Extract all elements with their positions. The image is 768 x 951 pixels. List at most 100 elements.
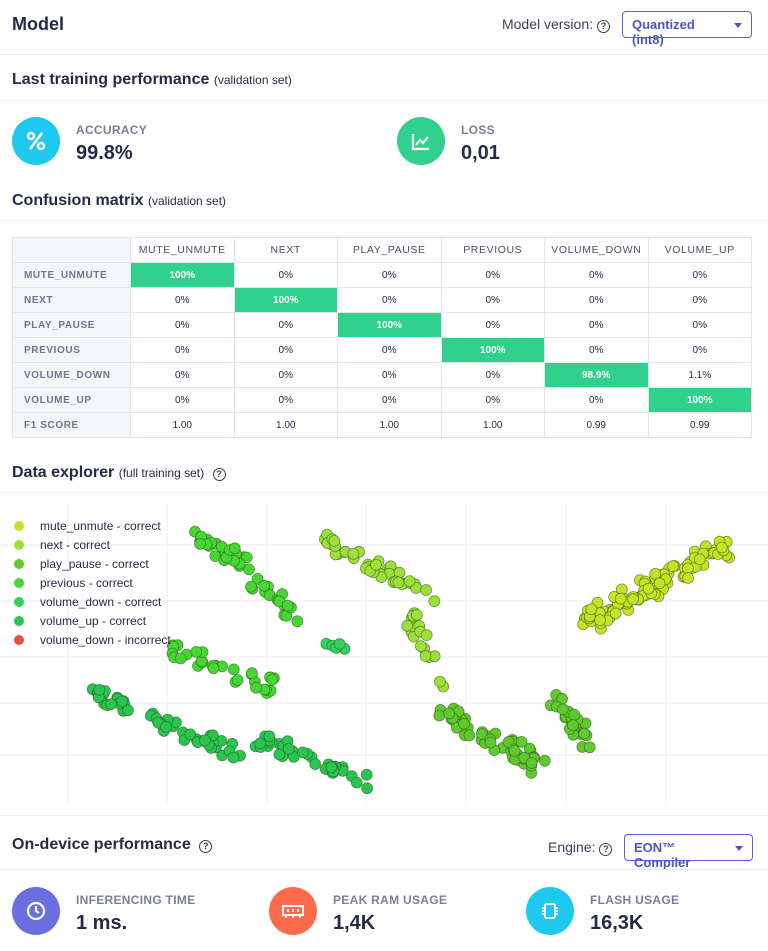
data-point[interactable] xyxy=(258,579,271,592)
data-point[interactable] xyxy=(419,650,432,663)
data-point[interactable] xyxy=(194,538,207,550)
help-icon[interactable]: ? xyxy=(599,843,613,856)
data-point[interactable] xyxy=(614,592,627,605)
column-header: NEXT xyxy=(233,237,338,263)
data-point[interactable] xyxy=(403,575,416,587)
data-point[interactable] xyxy=(538,754,551,767)
data-point[interactable] xyxy=(245,580,257,593)
matrix-cell: 0% xyxy=(647,287,752,313)
data-point[interactable] xyxy=(198,734,211,747)
legend-item[interactable]: mute_unmute - correct xyxy=(14,516,171,535)
legend-label: next - correct xyxy=(40,537,111,552)
data-point[interactable] xyxy=(347,548,360,560)
matrix-cell: 0% xyxy=(233,362,338,388)
data-point[interactable] xyxy=(567,719,579,732)
help-icon[interactable]: ? xyxy=(199,840,213,853)
legend-item[interactable]: next - correct xyxy=(14,535,171,554)
data-point[interactable] xyxy=(420,629,433,642)
data-point[interactable] xyxy=(715,541,728,554)
data-point[interactable] xyxy=(578,727,591,740)
data-point[interactable] xyxy=(443,707,456,720)
row-header: VOLUME_UP xyxy=(12,387,131,413)
data-point[interactable] xyxy=(273,748,286,761)
data-point[interactable] xyxy=(370,559,382,571)
data-point[interactable] xyxy=(333,638,346,650)
data-point[interactable] xyxy=(245,667,258,680)
model-version-dropdown[interactable]: Quantized (int8) xyxy=(622,11,752,47)
data-point[interactable] xyxy=(642,582,655,595)
data-point[interactable] xyxy=(296,746,309,759)
row-header: VOLUME_DOWN xyxy=(12,362,131,388)
legend-item[interactable]: volume_up - correct xyxy=(14,611,171,630)
data-point[interactable] xyxy=(93,683,106,696)
data-point[interactable] xyxy=(458,717,470,730)
data-point[interactable] xyxy=(360,768,373,781)
data-point[interactable] xyxy=(350,776,363,789)
data-point[interactable] xyxy=(291,615,304,628)
legend-item[interactable]: volume_down - incorrect xyxy=(14,630,171,649)
data-point[interactable] xyxy=(609,607,622,620)
matrix-cell: 0% xyxy=(440,362,545,388)
data-point[interactable] xyxy=(116,695,128,708)
data-point[interactable] xyxy=(361,782,374,795)
data-point[interactable] xyxy=(227,663,240,676)
data-point[interactable] xyxy=(420,584,432,596)
data-point[interactable] xyxy=(508,744,521,757)
f1-row: F1 SCORE 1.00 1.00 1.00 1.00 0.99 0.99 xyxy=(12,412,752,438)
data-point[interactable] xyxy=(557,703,569,716)
data-point[interactable] xyxy=(585,603,598,616)
help-icon[interactable]: ? xyxy=(597,20,610,33)
data-point[interactable] xyxy=(627,593,639,606)
data-point[interactable] xyxy=(263,730,276,743)
data-point[interactable] xyxy=(281,599,294,612)
legend-dot xyxy=(14,596,24,607)
data-point[interactable] xyxy=(105,698,117,711)
loss-label: LOSS xyxy=(461,123,495,137)
data-point[interactable] xyxy=(254,737,267,750)
legend-dot xyxy=(14,615,24,626)
data-point[interactable] xyxy=(207,662,220,675)
f1-cell: 1.00 xyxy=(440,412,545,438)
accuracy-value: 99.8% xyxy=(76,142,133,164)
explorer-title: Data explorer xyxy=(12,464,115,481)
data-point[interactable] xyxy=(309,758,322,771)
data-point[interactable] xyxy=(190,645,203,658)
data-point[interactable] xyxy=(525,756,538,769)
data-point[interactable] xyxy=(667,560,679,573)
data-point[interactable] xyxy=(250,681,262,694)
confusion-note: (validation set) xyxy=(148,194,227,208)
data-point[interactable] xyxy=(401,619,414,632)
data-point[interactable] xyxy=(227,751,240,764)
data-point[interactable] xyxy=(583,741,596,754)
data-point[interactable] xyxy=(484,736,497,749)
legend-label: mute_unmute - correct xyxy=(40,518,161,533)
data-point[interactable] xyxy=(266,673,279,686)
data-point[interactable] xyxy=(410,609,423,621)
data-point[interactable] xyxy=(428,595,441,608)
data-point[interactable] xyxy=(433,709,446,722)
legend-item[interactable]: play_pause - correct xyxy=(14,554,171,573)
data-point[interactable] xyxy=(325,761,338,774)
data-point[interactable] xyxy=(231,674,244,686)
data-point[interactable] xyxy=(328,535,341,547)
matrix-cell: 0% xyxy=(337,337,442,363)
data-point[interactable] xyxy=(392,576,405,589)
data-point[interactable] xyxy=(160,720,173,733)
data-point[interactable] xyxy=(594,614,606,627)
column-header: PREVIOUS xyxy=(440,237,545,263)
data-point[interactable] xyxy=(174,652,187,665)
matrix-cell: 0% xyxy=(130,287,235,313)
data-point[interactable] xyxy=(463,729,476,742)
data-point[interactable] xyxy=(693,553,706,566)
explorer-legend: mute_unmute - correct next - correct pla… xyxy=(14,516,171,649)
data-point[interactable] xyxy=(682,572,694,584)
legend-item[interactable]: volume_down - correct xyxy=(14,592,171,611)
data-point[interactable] xyxy=(653,577,666,590)
engine-dropdown[interactable]: EON™ Compiler xyxy=(624,834,753,870)
data-point[interactable] xyxy=(414,640,427,653)
data-point[interactable] xyxy=(568,708,581,721)
data-point[interactable] xyxy=(433,675,446,688)
legend-item[interactable]: previous - correct xyxy=(14,573,171,592)
help-icon[interactable]: ? xyxy=(212,468,226,481)
data-point[interactable] xyxy=(228,542,241,555)
